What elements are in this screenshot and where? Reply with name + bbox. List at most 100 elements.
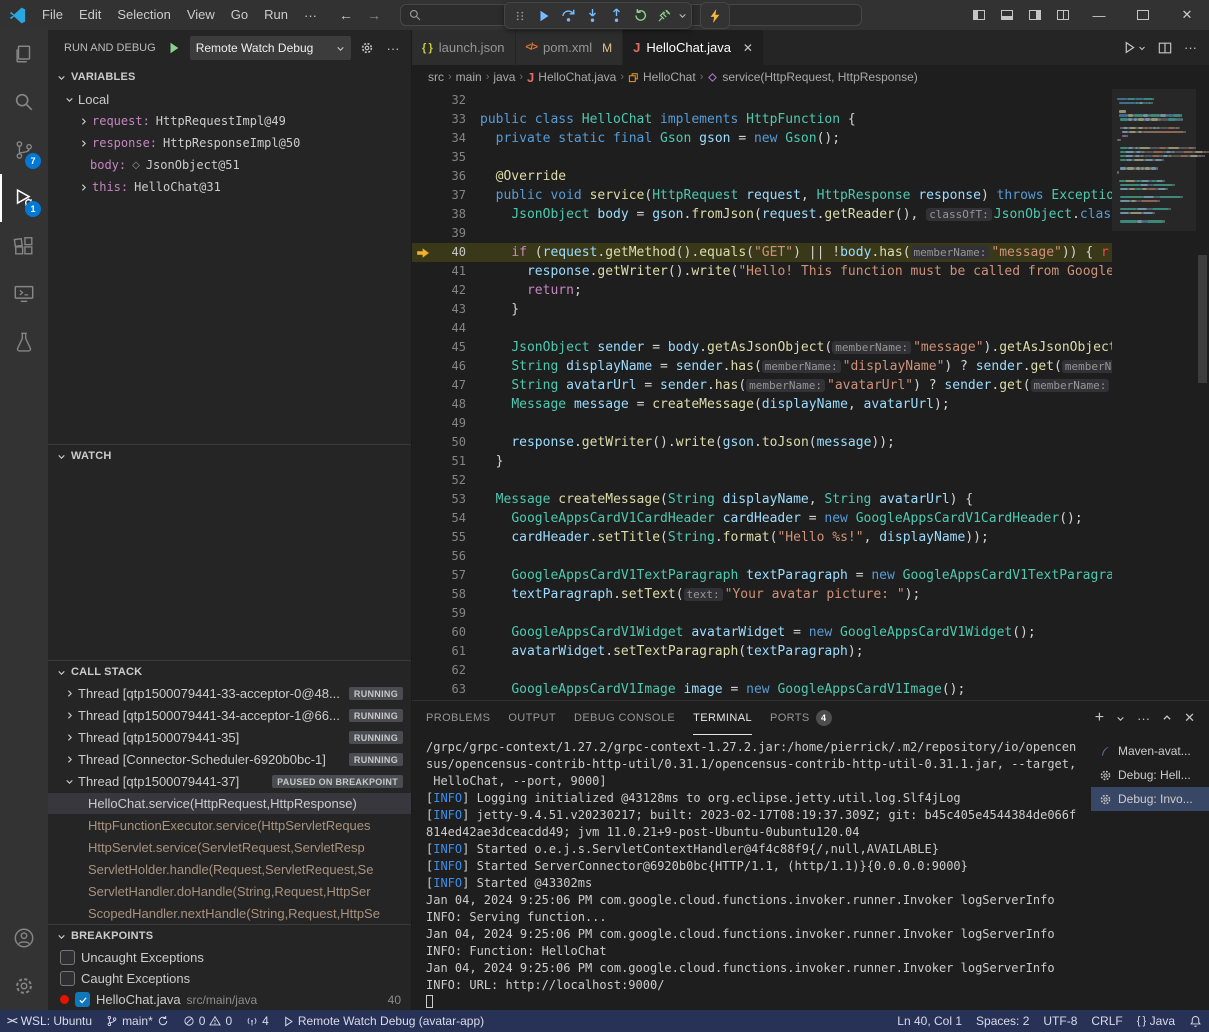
breadcrumb-item[interactable]: java: [493, 70, 515, 84]
toggle-secondary-sidebar-icon[interactable]: [1021, 0, 1049, 30]
tab-launch-json[interactable]: { } launch.json: [412, 30, 516, 65]
tab-output[interactable]: OUTPUT: [508, 701, 556, 735]
indentation[interactable]: Spaces: 2: [969, 1010, 1036, 1032]
activity-explorer-icon[interactable]: [0, 30, 48, 78]
debug-step-into-button[interactable]: [580, 4, 604, 28]
chevron-right-icon[interactable]: [62, 689, 76, 698]
breakpoint-row[interactable]: HelloChat.java src/main/java 40: [48, 989, 411, 1010]
code-line[interactable]: 36 @Override: [412, 167, 1112, 186]
code-line[interactable]: 49: [412, 414, 1112, 433]
call-stack-thread[interactable]: Thread [qtp1500079441-35] RUNNING: [48, 727, 411, 749]
activity-search-icon[interactable]: [0, 78, 48, 126]
panel-more-actions-icon[interactable]: ···: [1137, 711, 1150, 726]
nav-forward-icon[interactable]: →: [367, 7, 381, 23]
chevron-down-icon[interactable]: [62, 777, 76, 786]
scope-local[interactable]: Local: [48, 88, 411, 110]
chevron-right-icon[interactable]: [76, 139, 90, 148]
code-line[interactable]: 46 String displayName = sender.has(membe…: [412, 357, 1112, 376]
code-line[interactable]: 61 avatarWidget.setTextParagraph(textPar…: [412, 642, 1112, 661]
code-line[interactable]: 52: [412, 471, 1112, 490]
call-stack-header[interactable]: CALL STACK: [48, 661, 411, 683]
call-stack-thread[interactable]: Thread [qtp1500079441-37] PAUSED ON BREA…: [48, 771, 411, 793]
chevron-right-icon[interactable]: [62, 733, 76, 742]
close-icon[interactable]: ✕: [743, 41, 753, 55]
breakpoint-row[interactable]: Uncaught Exceptions: [48, 947, 411, 968]
code-line[interactable]: 63 GoogleAppsCardV1Image image = new Goo…: [412, 680, 1112, 699]
editor-more-actions-icon[interactable]: ···: [1184, 40, 1197, 55]
stack-frame[interactable]: ServletHolder.handle(Request,ServletRequ…: [48, 858, 411, 880]
toggle-panel-icon[interactable]: [993, 0, 1021, 30]
problems-indicator[interactable]: 0 0: [176, 1010, 239, 1032]
tab-problems[interactable]: PROBLEMS: [426, 701, 490, 735]
menu-edit[interactable]: Edit: [71, 0, 109, 30]
code-line[interactable]: 62: [412, 661, 1112, 680]
stack-frame[interactable]: HttpFunctionExecutor.service(HttpServlet…: [48, 814, 411, 836]
breadcrumb-item[interactable]: src: [428, 70, 444, 84]
code-line[interactable]: 41 response.getWriter().write("Hello! Th…: [412, 262, 1112, 281]
chevron-right-icon[interactable]: [76, 183, 90, 192]
customize-layout-icon[interactable]: [1049, 0, 1077, 30]
tab-hellochat-java[interactable]: J HelloChat.java ✕: [623, 30, 764, 65]
maximize-panel-icon[interactable]: [1162, 713, 1172, 723]
code-line[interactable]: 50 response.getWriter().write(gson.toJso…: [412, 433, 1112, 452]
code-line[interactable]: 51 }: [412, 452, 1112, 471]
menu-run[interactable]: Run: [256, 0, 296, 30]
breakpoint-row[interactable]: Caught Exceptions: [48, 968, 411, 989]
code-line[interactable]: 40 if (request.getMethod().equals("GET")…: [412, 243, 1112, 262]
code-line[interactable]: 58 textParagraph.setText(text:"Your avat…: [412, 585, 1112, 604]
code-line[interactable]: 56: [412, 547, 1112, 566]
activity-testing-icon[interactable]: [0, 318, 48, 366]
ports-indicator[interactable]: 4: [239, 1010, 276, 1032]
notifications-bell[interactable]: [1182, 1010, 1209, 1032]
checkbox-unchecked[interactable]: [60, 971, 75, 986]
sync-icon[interactable]: [157, 1015, 169, 1027]
chevron-right-icon[interactable]: [62, 711, 76, 720]
terminal-instance[interactable]: Debug: Hell...: [1091, 763, 1209, 787]
sidebar-more-actions-icon[interactable]: ···: [383, 41, 403, 56]
variables-header[interactable]: VARIABLES: [48, 66, 411, 88]
checkbox-checked[interactable]: [75, 992, 90, 1007]
debug-session-indicator[interactable]: Remote Watch Debug (avatar-app): [276, 1010, 491, 1032]
debug-step-over-button[interactable]: [556, 4, 580, 28]
code-line[interactable]: 38 JsonObject body = gson.fromJson(reque…: [412, 205, 1112, 224]
tab-terminal[interactable]: TERMINAL: [693, 701, 752, 735]
chevron-right-icon[interactable]: [76, 117, 90, 126]
breakpoints-header[interactable]: BREAKPOINTS: [48, 925, 411, 947]
new-terminal-button[interactable]: +: [1095, 709, 1104, 727]
hot-code-replace-button[interactable]: [700, 2, 730, 29]
code-line[interactable]: 44: [412, 319, 1112, 338]
watch-header[interactable]: WATCH: [48, 445, 411, 467]
scrollbar-thumb[interactable]: [1198, 255, 1207, 383]
menu-overflow-button[interactable]: ···: [296, 8, 325, 23]
code-line[interactable]: 47 String avatarUrl = sender.has(memberN…: [412, 376, 1112, 395]
code-editor[interactable]: 3233public class HelloChat implements Ht…: [412, 89, 1209, 700]
call-stack-thread[interactable]: Thread [qtp1500079441-33-acceptor-0@48..…: [48, 683, 411, 705]
code-line[interactable]: 35: [412, 148, 1112, 167]
eol-sequence[interactable]: CRLF: [1084, 1010, 1129, 1032]
code-line[interactable]: 37 public void service(HttpRequest reque…: [412, 186, 1112, 205]
toggle-sidebar-icon[interactable]: [965, 0, 993, 30]
stack-frame[interactable]: ServletHandler.doHandle(String,Request,H…: [48, 880, 411, 902]
cursor-position[interactable]: Ln 40, Col 1: [890, 1010, 969, 1032]
window-minimize-button[interactable]: ―: [1077, 0, 1121, 30]
window-close-button[interactable]: ✕: [1165, 0, 1209, 30]
split-editor-icon[interactable]: [1158, 41, 1172, 55]
call-stack-thread[interactable]: Thread [Connector-Scheduler-6920b0bc-1] …: [48, 749, 411, 771]
tab-pom-xml[interactable]: </> pom.xml M: [516, 30, 624, 65]
variable-row[interactable]: response: HttpResponseImpl@50: [48, 132, 411, 154]
debug-disconnect-dropdown-icon[interactable]: [676, 4, 688, 28]
account-icon[interactable]: [0, 914, 48, 962]
code-line[interactable]: 45 JsonObject sender = body.getAsJsonObj…: [412, 338, 1112, 357]
editor-scrollbar[interactable]: [1196, 89, 1209, 700]
breadcrumb-item[interactable]: main: [456, 70, 482, 84]
code-line[interactable]: 54 GoogleAppsCardV1CardHeader cardHeader…: [412, 509, 1112, 528]
code-line[interactable]: 48 Message message = createMessage(displ…: [412, 395, 1112, 414]
breadcrumb-item[interactable]: service(HttpRequest, HttpResponse): [707, 70, 917, 84]
terminal-instance-selected[interactable]: Debug: Invo...: [1091, 787, 1209, 811]
chevron-right-icon[interactable]: [62, 755, 76, 764]
variable-row[interactable]: this: HelloChat@31: [48, 176, 411, 198]
menu-file[interactable]: File: [34, 0, 71, 30]
stack-frame[interactable]: HelloChat.service(HttpRequest,HttpRespon…: [48, 793, 411, 815]
breadcrumb-item[interactable]: J HelloChat.java: [527, 70, 616, 85]
activity-source-control-icon[interactable]: 7: [0, 126, 48, 174]
